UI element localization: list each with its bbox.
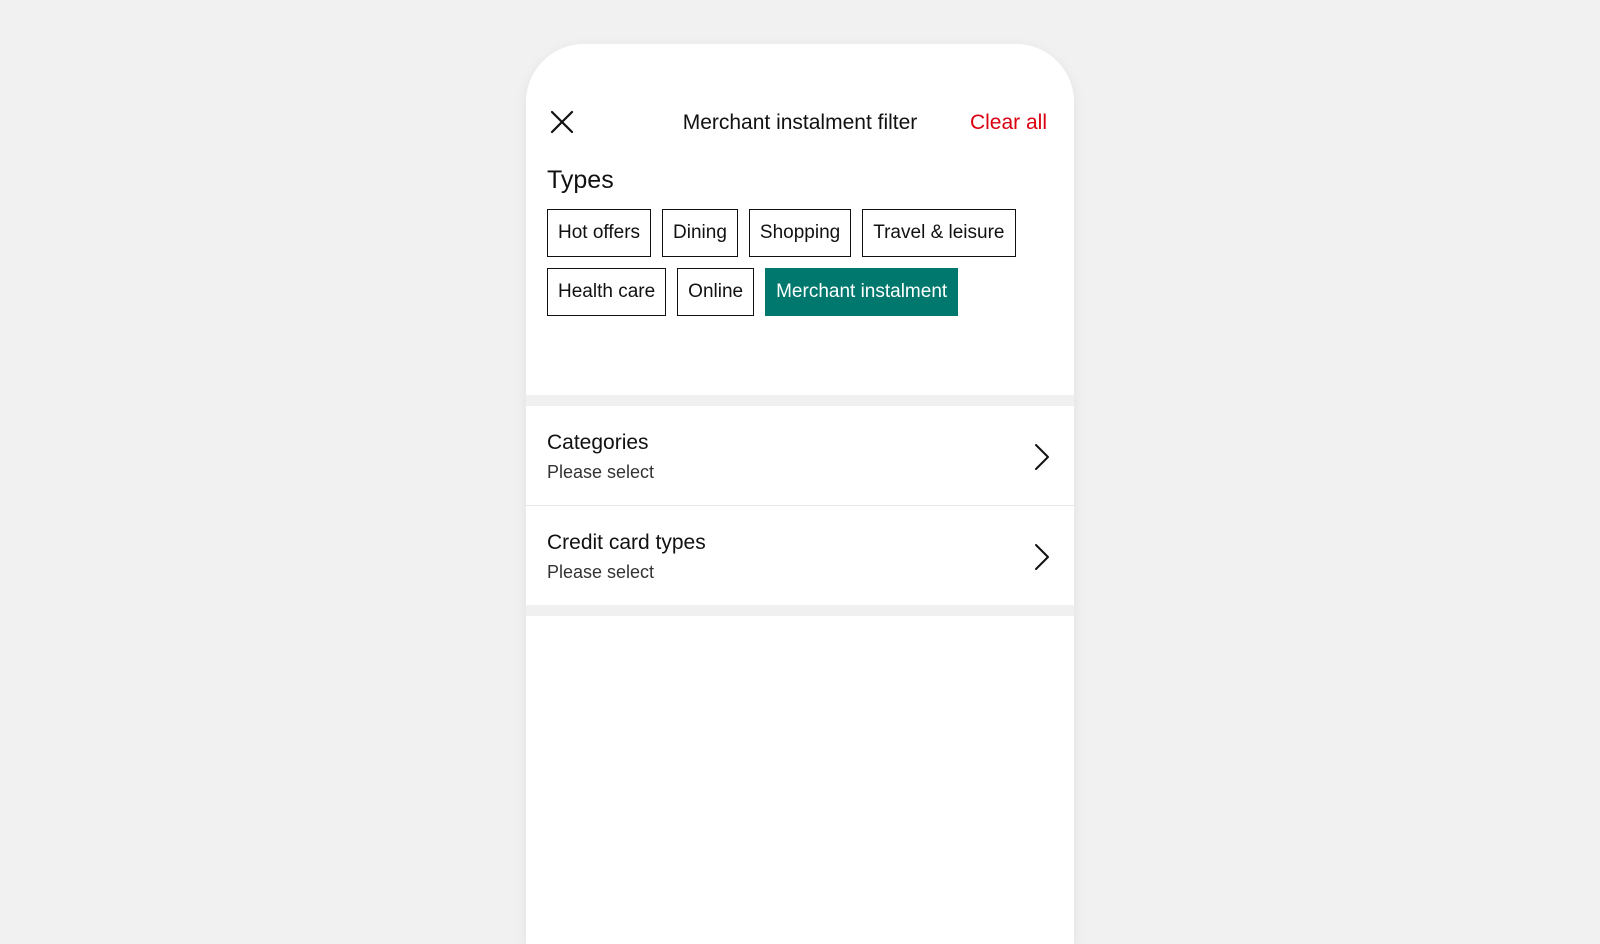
chip-dining[interactable]: Dining	[662, 209, 738, 257]
types-heading: Types	[547, 166, 614, 194]
credit-card-types-label: Credit card types	[547, 531, 706, 554]
categories-label: Categories	[547, 431, 649, 454]
section-divider	[526, 605, 1074, 616]
filter-header: Merchant instalment filter Clear all	[526, 44, 1074, 174]
chip-row: Health care Online Merchant instalment	[547, 268, 1047, 316]
categories-row[interactable]: Categories Please select	[526, 406, 1074, 505]
categories-value: Please select	[547, 462, 655, 482]
chip-online[interactable]: Online	[677, 268, 755, 316]
credit-card-types-value: Please select	[547, 562, 655, 582]
chip-row: Hot offers Dining Shopping Travel & leis…	[547, 209, 1047, 257]
credit-card-types-row[interactable]: Credit card types Please select	[526, 506, 1074, 605]
clear-all-button[interactable]: Clear all	[970, 110, 1047, 136]
chip-merchant-instalment[interactable]: Merchant instalment	[765, 268, 959, 316]
chevron-right-icon	[1035, 444, 1049, 470]
chip-hot-offers[interactable]: Hot offers	[547, 209, 652, 257]
type-chips: Hot offers Dining Shopping Travel & leis…	[547, 209, 1047, 327]
chip-travel-leisure[interactable]: Travel & leisure	[862, 209, 1016, 257]
chip-health-care[interactable]: Health care	[547, 268, 667, 316]
chevron-right-icon	[1035, 544, 1049, 570]
section-divider	[526, 395, 1074, 406]
chip-shopping[interactable]: Shopping	[748, 209, 852, 257]
filter-sheet: Merchant instalment filter Clear all Typ…	[526, 44, 1074, 944]
